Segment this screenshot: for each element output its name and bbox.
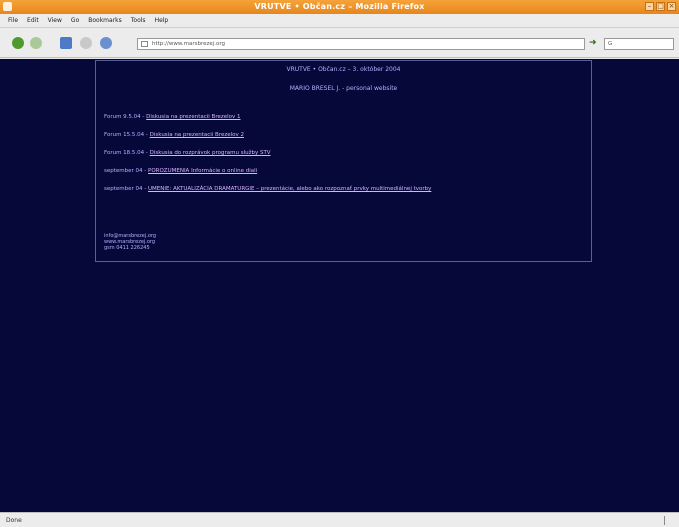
- contact-block: info@marsbrezej.org www.marsbrezej.org g…: [104, 233, 156, 251]
- home-icon[interactable]: [100, 37, 112, 49]
- maximize-icon[interactable]: □: [656, 2, 665, 11]
- close-icon[interactable]: ×: [667, 2, 676, 11]
- back-icon[interactable]: [12, 37, 24, 49]
- entry-link[interactable]: UMENIE: AKTUALIZÁCIA DRAMATURGIE – preze…: [148, 186, 431, 192]
- entry-date: september 04: [104, 186, 143, 192]
- page-header-line-1: VRUTVE • Občan.cz – 3. október 2004: [286, 66, 401, 73]
- page-icon: [141, 41, 148, 47]
- url-text: http://www.marsbrezej.org: [152, 41, 226, 47]
- status-bar: Done: [0, 512, 679, 527]
- menu-view[interactable]: View: [48, 17, 62, 24]
- list-item: september 04 - UMENIE: AKTUALIZÁCIA DRAM…: [104, 186, 432, 192]
- minimize-icon[interactable]: –: [645, 2, 654, 11]
- search-input[interactable]: G: [604, 38, 674, 50]
- entry-date: Forum 15.5.04: [104, 132, 145, 138]
- entry-date: september 04: [104, 168, 143, 174]
- search-engine-label: G: [608, 41, 613, 47]
- reload-icon[interactable]: [60, 37, 72, 49]
- contact-phone: gsm 0411 226245: [104, 245, 150, 251]
- menu-bar: File Edit View Go Bookmarks Tools Help: [0, 14, 679, 28]
- list-item: Forum 18.5.04 - Diskusia do rozprávok pr…: [104, 150, 271, 156]
- menu-edit[interactable]: Edit: [27, 17, 39, 24]
- entry-link[interactable]: Diskusia na prezentacii Brezelov 1: [146, 114, 240, 120]
- navigation-toolbar: http://www.marsbrezej.org ➜ G: [0, 28, 679, 58]
- go-icon[interactable]: ➜: [589, 38, 601, 50]
- window-controls: – □ ×: [645, 2, 676, 11]
- page-header-line-2: MARIO BRESEL J. - personal website: [289, 85, 398, 92]
- list-item: Forum 15.5.04 - Diskusia na prezentacii …: [104, 132, 245, 138]
- status-text: Done: [6, 517, 22, 524]
- menu-file[interactable]: File: [8, 17, 18, 24]
- entry-link[interactable]: Diskusia na prezentacii Brezelov 2: [150, 132, 244, 138]
- stop-icon[interactable]: [80, 37, 92, 49]
- address-bar[interactable]: http://www.marsbrezej.org: [137, 38, 585, 50]
- list-item: september 04 - POROZUMENIA Informácie o …: [104, 168, 258, 174]
- entry-link[interactable]: POROZUMENIA Informácie o online diali: [148, 168, 257, 174]
- list-item: Forum 9.5.04 - Diskusia na prezentacii B…: [104, 114, 241, 120]
- window-titlebar: VRUTVE • Občan.cz – Mozilla Firefox – □ …: [0, 0, 679, 14]
- content-box: VRUTVE • Občan.cz – 3. október 2004 MARI…: [95, 60, 592, 262]
- menu-tools[interactable]: Tools: [131, 17, 146, 24]
- resize-grip-icon[interactable]: [664, 516, 665, 525]
- entry-link[interactable]: Diskusia do rozprávok programu služby ST…: [150, 150, 271, 156]
- page-content: VRUTVE • Občan.cz – 3. október 2004 MARI…: [0, 59, 679, 512]
- menu-go[interactable]: Go: [71, 17, 79, 24]
- window-title: VRUTVE • Občan.cz – Mozilla Firefox: [254, 2, 425, 11]
- menu-bookmarks[interactable]: Bookmarks: [88, 17, 122, 24]
- entry-date: Forum 18.5.04: [104, 150, 145, 156]
- entry-date: Forum 9.5.04: [104, 114, 141, 120]
- menu-help[interactable]: Help: [155, 17, 169, 24]
- forward-icon[interactable]: [30, 37, 42, 49]
